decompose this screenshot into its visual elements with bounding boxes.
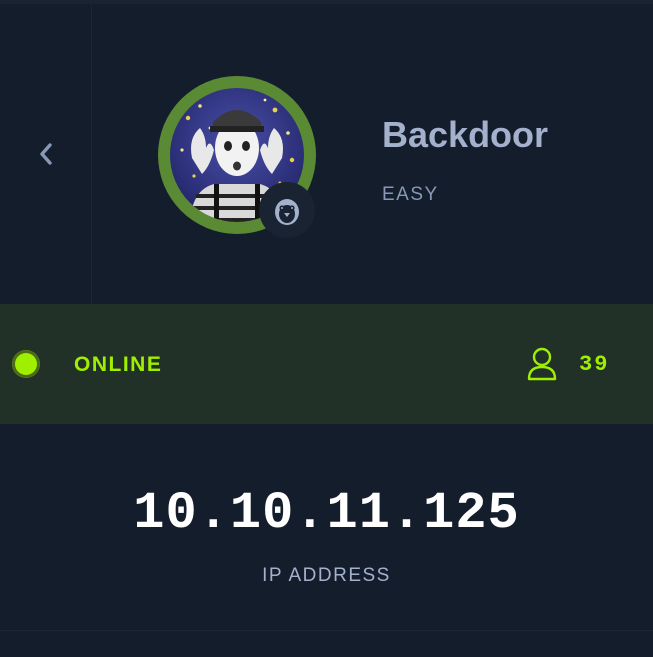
status-label: ONLINE — [74, 353, 163, 376]
ip-address-value[interactable]: 10.10.11.125 — [0, 484, 653, 543]
user-icon — [526, 346, 558, 382]
ip-section: 10.10.11.125 IP ADDRESS — [0, 424, 653, 631]
users-count: 39 — [579, 352, 610, 377]
machine-name: Backdoor — [382, 114, 549, 155]
difficulty-label: EASY — [382, 184, 439, 205]
online-status-dot — [12, 350, 40, 378]
chevron-left-icon[interactable] — [36, 139, 56, 169]
machine-card: Backdoor EASY ONLINE 39 10.10.11.125 IP … — [0, 0, 653, 657]
linux-penguin-icon — [259, 182, 315, 238]
status-bar: ONLINE 39 — [0, 304, 653, 424]
back-column — [0, 4, 92, 304]
machine-header: Backdoor EASY — [0, 4, 653, 304]
ip-address-label: IP ADDRESS — [262, 565, 391, 586]
machine-avatar — [158, 76, 316, 238]
